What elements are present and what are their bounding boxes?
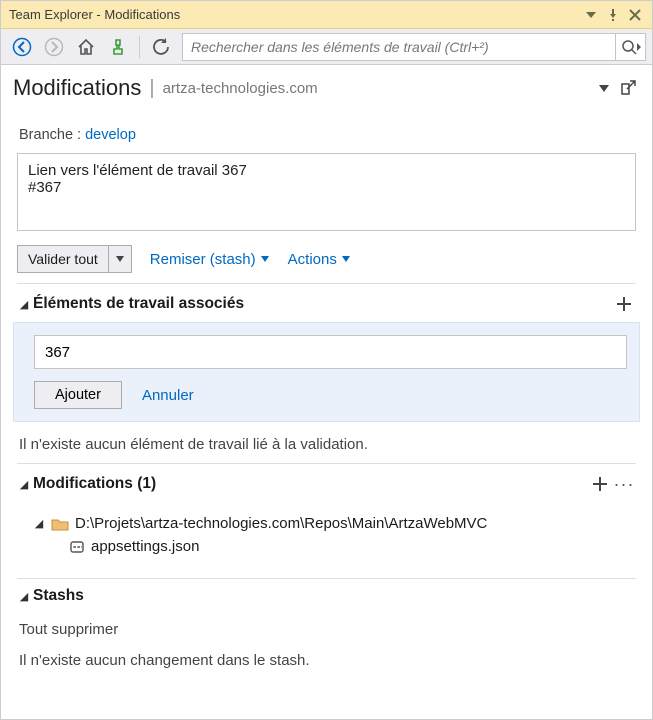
delete-all-stash-link[interactable]: Tout supprimer [19,621,634,638]
file-name: appsettings.json [91,538,199,555]
validate-split-button[interactable]: Valider tout [17,245,132,273]
refresh-button[interactable] [146,33,176,61]
modifications-tree: ◢ D:\Projets\artza-technologies.com\Repo… [17,502,636,558]
branch-name-link[interactable]: develop [85,127,136,143]
add-modification-button[interactable] [588,472,612,496]
section-associated-header[interactable]: ◢ Éléments de travail associés [17,283,636,322]
collapse-icon[interactable]: ◢ [17,590,31,603]
popout-icon[interactable] [616,76,640,100]
collapse-icon[interactable]: ◢ [33,517,45,530]
section-stashs-header[interactable]: ◢ Stashs [17,578,636,611]
stash-link[interactable]: Remiser (stash) [150,251,270,268]
section-modifications-header[interactable]: ◢ Modifications (1) ··· [17,463,636,502]
toolbar [1,29,652,65]
search-input[interactable] [183,39,615,55]
repo-path: D:\Projets\artza-technologies.com\Repos\… [75,515,487,532]
host-name: artza-technologies.com [163,80,318,97]
collapse-icon[interactable]: ◢ [17,298,31,311]
collapse-icon[interactable]: ◢ [17,478,31,491]
header-separator: | [149,77,154,100]
stashs-empty-text: Il n'existe aucun changement dans le sta… [19,652,634,669]
file-icon [69,539,85,555]
section-stashs-title: Stashs [33,587,636,605]
folder-icon [51,517,69,531]
branch-row: Branche : develop [19,127,634,143]
back-button[interactable] [7,33,37,61]
toolbar-separator [139,36,140,58]
commit-action-row: Valider tout Remiser (stash) Actions [17,245,636,273]
tree-repo-row[interactable]: ◢ D:\Projets\artza-technologies.com\Repo… [33,512,636,535]
validate-dropdown[interactable] [109,246,131,272]
more-options-icon[interactable]: ··· [612,472,636,496]
stash-label: Remiser (stash) [150,251,256,268]
search-submit[interactable] [615,34,645,60]
add-button[interactable]: Ajouter [34,381,122,409]
close-icon[interactable] [624,4,646,26]
chevron-down-icon [341,254,351,264]
forward-button[interactable] [39,33,69,61]
commit-message-box[interactable]: Lien vers l'élément de travail 367 #367 [17,153,636,231]
associated-empty-text: Il n'existe aucun élément de travail lié… [19,436,634,453]
tree-file-row[interactable]: appsettings.json [33,535,636,558]
section-modifications-title: Modifications (1) [33,475,588,493]
add-work-item-button[interactable] [612,292,636,316]
cancel-link[interactable]: Annuler [142,387,194,404]
dropdown-icon[interactable] [580,4,602,26]
page-header: Modifications | artza-technologies.com [1,65,652,109]
header-dropdown[interactable] [592,76,616,100]
connect-button[interactable] [103,33,133,61]
branch-label: Branche : [19,127,85,143]
actions-link[interactable]: Actions [288,251,351,268]
window-title: Team Explorer - Modifications [9,7,580,22]
pin-icon[interactable] [602,4,624,26]
home-button[interactable] [71,33,101,61]
chevron-down-icon [260,254,270,264]
work-item-id-input[interactable] [34,335,627,369]
search-box[interactable] [182,33,646,61]
associated-body: Ajouter Annuler [13,322,640,422]
page-title: Modifications [13,75,141,101]
actions-label: Actions [288,251,337,268]
validate-button[interactable]: Valider tout [18,246,109,272]
section-associated-title: Éléments de travail associés [33,295,612,313]
window-titlebar: Team Explorer - Modifications [1,1,652,29]
